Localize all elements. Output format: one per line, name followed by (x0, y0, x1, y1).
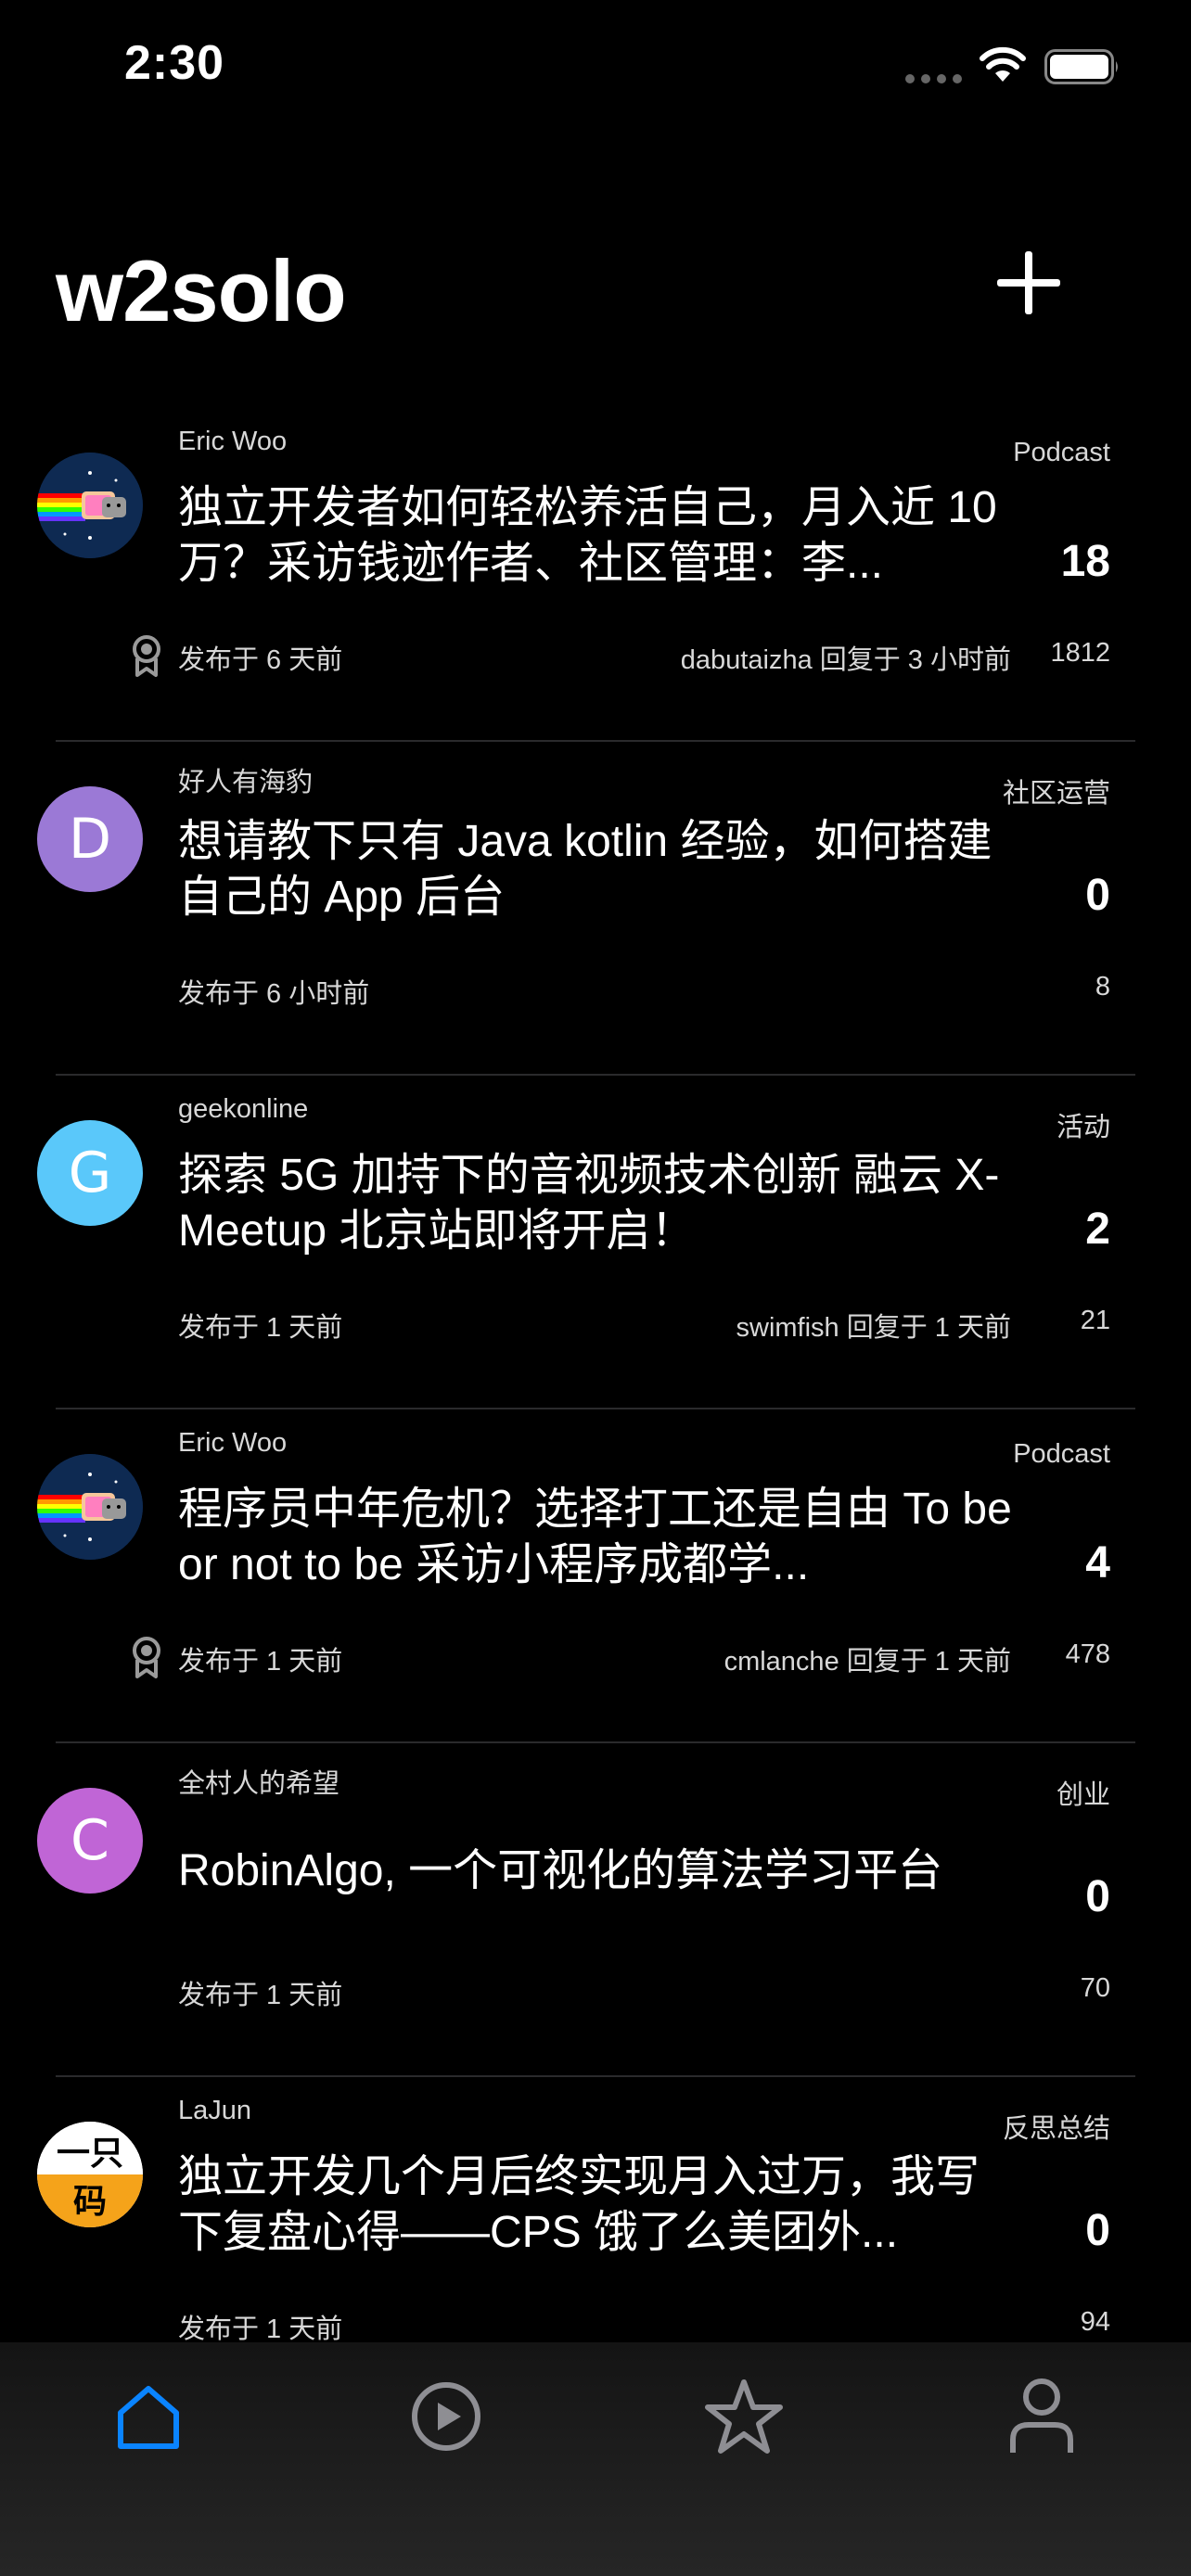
posted-time: 发布于 1 天前 (178, 1647, 343, 1677)
topic-meta: 发布于 1 天前 swimfish 回复于 1 天前 21 (0, 1306, 1110, 1343)
wifi-icon (980, 46, 1026, 82)
person-icon (1010, 2378, 1073, 2453)
topic-list: Eric Woo Podcast 独立开发者如何轻松养活自己，月入近 10 万？… (0, 408, 1191, 2411)
view-count: 8 (1095, 972, 1110, 1001)
reply-count: 4 (1085, 1538, 1110, 1588)
posted-time: 发布于 1 天前 (178, 1313, 343, 1343)
reply-count: 2 (1085, 1205, 1110, 1254)
avatar-logo-top: 一只 (37, 2122, 143, 2174)
signal-dots-icon (905, 74, 962, 83)
star-icon (705, 2379, 783, 2454)
view-count: 21 (1080, 1306, 1110, 1335)
posted-time: 发布于 1 天前 (178, 2315, 343, 2344)
nav-header: w2solo (0, 204, 1191, 371)
tab-profile[interactable] (995, 2370, 1088, 2463)
category-tag[interactable]: 社区运营 (1003, 772, 1110, 810)
topic-title[interactable]: 程序员中年危机？选择打工还是自由 To be or not to be 采访小程… (178, 1482, 1013, 1593)
reply-count: 18 (1060, 537, 1110, 586)
pinned-badge-icon (133, 1637, 160, 1678)
view-count: 70 (1080, 1973, 1110, 2003)
avatar-logo-bottom: 码 (37, 2174, 143, 2227)
battery-icon (1044, 49, 1118, 84)
topic-title[interactable]: 探索 5G 加持下的音视频技术创新 融云 X-Meetup 北京站即将开启！ (178, 1148, 1013, 1259)
avatar[interactable]: G (37, 1120, 143, 1226)
avatar[interactable] (37, 453, 143, 558)
avatar[interactable]: C (37, 1788, 143, 1894)
reply-count: 0 (1085, 871, 1110, 920)
view-count: 478 (1065, 1639, 1110, 1669)
author-name[interactable]: Eric Woo (178, 1428, 287, 1459)
author-name[interactable]: geekonline (178, 1094, 308, 1125)
topic-meta: 发布于 1 天前 cmlanche 回复于 1 天前 478 (0, 1637, 1110, 1678)
topic-meta: 发布于 1 天前 94 (0, 2307, 1110, 2344)
topic-meta: 发布于 1 天前 70 (0, 1973, 1110, 2010)
view-count: 1812 (1050, 638, 1110, 668)
avatar-letter: C (70, 1808, 109, 1873)
topic-row[interactable]: C 全村人的希望 创业 RobinAlgo, 一个可视化的算法学习平台 0 发布… (0, 1743, 1191, 2077)
tab-bar (0, 2342, 1191, 2576)
reply-count: 0 (1085, 2206, 1110, 2255)
posted-time: 发布于 6 天前 (178, 645, 343, 675)
last-reply[interactable]: swimfish 回复于 1 天前 (736, 1306, 1011, 1345)
author-name[interactable]: 全村人的希望 (178, 1762, 339, 1801)
category-tag[interactable]: 活动 (1057, 1105, 1110, 1144)
topic-title[interactable]: 想请教下只有 Java kotlin 经验，如何搭建自己的 App 后台 (178, 814, 1013, 925)
topic-row[interactable]: Eric Woo Podcast 程序员中年危机？选择打工还是自由 To be … (0, 1409, 1191, 1743)
status-time: 2:30 (124, 36, 225, 90)
category-tag[interactable]: Podcast (1013, 1439, 1110, 1470)
reply-count: 0 (1085, 1872, 1110, 1921)
page-title: w2solo (56, 242, 347, 339)
topic-row[interactable]: D 好人有海豹 社区运营 想请教下只有 Java kotlin 经验，如何搭建自… (0, 742, 1191, 1076)
last-reply[interactable]: cmlanche 回复于 1 天前 (724, 1639, 1011, 1678)
pinned-badge-icon (133, 635, 160, 677)
category-tag[interactable]: 反思总结 (1003, 2107, 1110, 2146)
topic-title[interactable]: 独立开发者如何轻松养活自己，月入近 10 万？采访钱迹作者、社区管理：李... (178, 480, 1013, 592)
avatar[interactable]: D (37, 786, 143, 892)
avatar[interactable] (37, 1454, 143, 1560)
last-reply[interactable]: dabutaizha 回复于 3 小时前 (681, 638, 1011, 677)
avatar-letter: G (68, 1141, 112, 1205)
tab-video[interactable] (400, 2370, 493, 2463)
topic-title[interactable]: RobinAlgo, 一个可视化的算法学习平台 (178, 1843, 1013, 1899)
topic-meta: 发布于 6 小时前 8 (0, 972, 1110, 1009)
nyan-cat-icon (37, 453, 143, 558)
tab-favorites[interactable] (698, 2370, 790, 2463)
topic-row[interactable]: G geekonline 活动 探索 5G 加持下的音视频技术创新 融云 X-M… (0, 1076, 1191, 1409)
topic-row[interactable]: Eric Woo Podcast 独立开发者如何轻松养活自己，月入近 10 万？… (0, 408, 1191, 742)
category-tag[interactable]: 创业 (1057, 1773, 1110, 1812)
author-name[interactable]: LaJun (178, 2096, 251, 2126)
topic-title[interactable]: 独立开发几个月后终实现月入过万，我写下复盘心得——CPS 饿了么美团外... (178, 2149, 1013, 2261)
category-tag[interactable]: Podcast (1013, 438, 1110, 468)
author-name[interactable]: Eric Woo (178, 427, 287, 457)
author-name[interactable]: 好人有海豹 (178, 760, 313, 799)
topic-meta: 发布于 6 天前 dabutaizha 回复于 3 小时前 1812 (0, 635, 1110, 677)
avatar[interactable]: 一只 码 (37, 2122, 143, 2227)
nyan-cat-icon (37, 1454, 143, 1560)
posted-time: 发布于 1 天前 (178, 1981, 343, 2010)
view-count: 94 (1080, 2307, 1110, 2337)
posted-time: 发布于 6 小时前 (178, 979, 370, 1009)
play-circle-icon (412, 2382, 480, 2451)
avatar-letter: D (68, 807, 112, 872)
add-topic-button[interactable] (997, 246, 1071, 320)
tab-home[interactable] (102, 2370, 195, 2463)
status-bar: 2:30 (0, 0, 1191, 139)
home-icon (118, 2386, 179, 2449)
